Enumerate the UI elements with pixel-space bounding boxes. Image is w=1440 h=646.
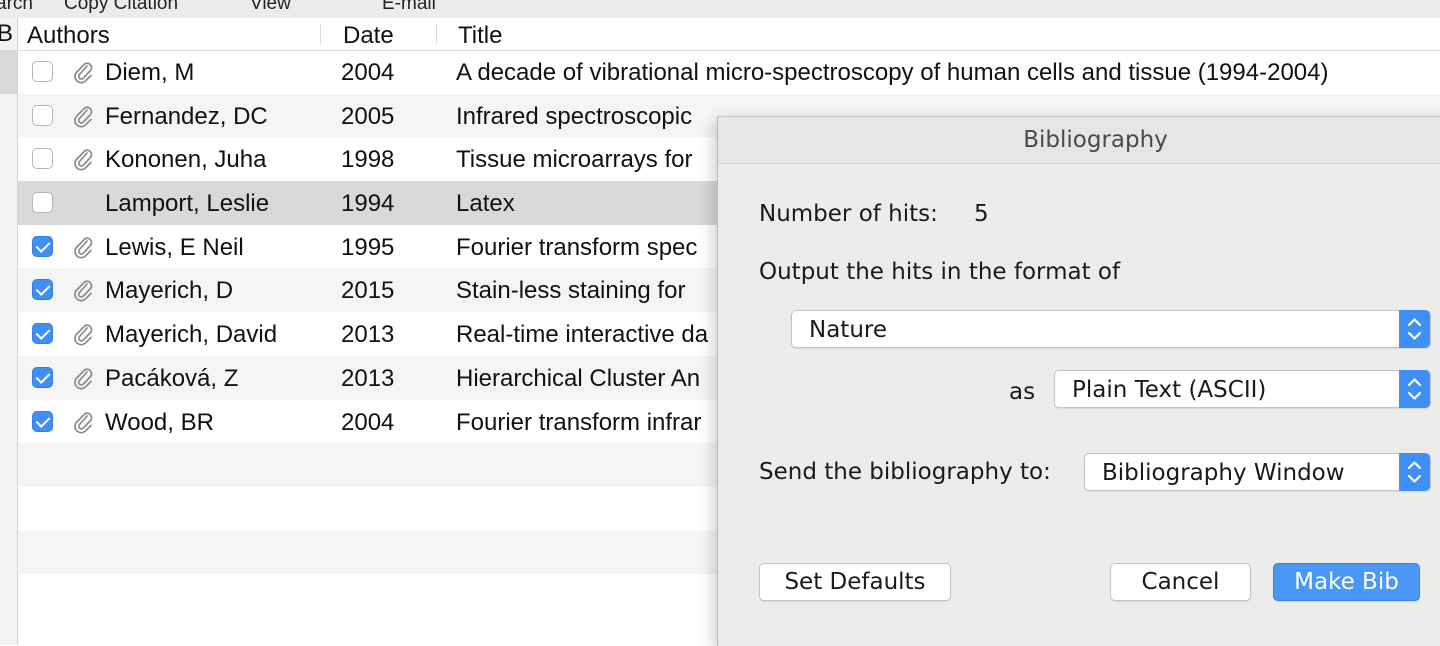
row-checkbox[interactable] bbox=[32, 235, 53, 257]
format-label: Output the hits in the format of bbox=[759, 259, 1121, 285]
column-divider[interactable] bbox=[436, 24, 437, 44]
left-panel-selection bbox=[0, 50, 17, 94]
row-checkbox[interactable] bbox=[32, 192, 53, 214]
column-header-authors[interactable]: Authors bbox=[27, 18, 110, 50]
send-to-label: Send the bibliography to: bbox=[759, 459, 1051, 485]
up-down-chevron-icon bbox=[1399, 370, 1430, 408]
toolbar-view-button[interactable]: View bbox=[250, 0, 291, 15]
cancel-button[interactable]: Cancel bbox=[1110, 563, 1251, 601]
format-select[interactable]: Nature bbox=[791, 310, 1431, 348]
date-cell: 1995 bbox=[341, 233, 395, 261]
author-cell: Mayerich, D bbox=[105, 277, 234, 305]
paperclip-icon bbox=[72, 322, 94, 346]
author-cell: Diem, M bbox=[105, 59, 195, 86]
title-cell: Hierarchical Cluster An bbox=[456, 364, 701, 392]
date-cell: 2013 bbox=[341, 321, 395, 349]
title-cell: Real-time interactive da bbox=[456, 321, 709, 349]
hits-value: 5 bbox=[974, 201, 989, 227]
toolbar-copy-citation-button[interactable]: Copy Citation bbox=[64, 0, 178, 15]
paperclip-icon bbox=[72, 147, 94, 171]
up-down-chevron-icon bbox=[1399, 453, 1430, 491]
date-cell: 1998 bbox=[341, 146, 395, 174]
paperclip-icon bbox=[72, 235, 94, 259]
set-defaults-button[interactable]: Set Defaults bbox=[759, 563, 951, 601]
row-checkbox[interactable] bbox=[32, 323, 53, 345]
author-cell: Mayerich, David bbox=[105, 321, 278, 349]
paperclip-icon bbox=[72, 60, 94, 84]
paperclip-icon bbox=[72, 104, 94, 128]
date-cell: 1994 bbox=[341, 190, 395, 218]
row-checkbox[interactable] bbox=[32, 61, 53, 82]
up-down-chevron-icon bbox=[1399, 310, 1430, 348]
toolbar-email-button[interactable]: E-mail bbox=[382, 0, 436, 15]
date-cell: 2013 bbox=[341, 364, 395, 392]
title-cell: Fourier transform spec bbox=[456, 233, 698, 261]
table-header: Authors Date Title bbox=[18, 18, 1440, 51]
paperclip-icon bbox=[72, 366, 94, 390]
bibliography-dialog: Bibliography Number of hits: 5 Output th… bbox=[717, 116, 1440, 646]
title-cell: Latex bbox=[456, 190, 515, 218]
row-checkbox[interactable] bbox=[32, 366, 53, 388]
output-type-select-value: Plain Text (ASCII) bbox=[1072, 377, 1267, 403]
author-cell: Pacáková, Z bbox=[105, 364, 239, 392]
title-cell: Stain-less staining for bbox=[456, 277, 686, 305]
dialog-title: Bibliography bbox=[718, 117, 1440, 164]
as-label: as bbox=[1009, 379, 1036, 405]
date-cell: 2004 bbox=[341, 59, 395, 86]
output-type-select[interactable]: Plain Text (ASCII) bbox=[1054, 370, 1431, 408]
left-column-header-fragment: B bbox=[0, 20, 14, 47]
title-cell: Tissue microarrays for bbox=[456, 146, 693, 174]
send-to-select[interactable]: Bibliography Window bbox=[1084, 453, 1431, 491]
make-bib-button[interactable]: Make Bib bbox=[1273, 563, 1420, 601]
format-select-value: Nature bbox=[809, 317, 887, 343]
author-cell: Kononen, Juha bbox=[105, 146, 267, 174]
row-checkbox[interactable] bbox=[32, 279, 53, 301]
column-header-date[interactable]: Date bbox=[343, 18, 394, 50]
date-cell: 2005 bbox=[341, 102, 395, 130]
date-cell: 2004 bbox=[341, 408, 395, 436]
author-cell: Wood, BR bbox=[105, 408, 214, 436]
title-cell: Fourier transform infrar bbox=[456, 408, 702, 436]
table-row[interactable]: Diem, M 2004 A decade of vibrational micro… bbox=[18, 50, 1440, 94]
column-header-title[interactable]: Title bbox=[458, 18, 502, 50]
author-cell: Lamport, Leslie bbox=[105, 190, 270, 218]
hits-label: Number of hits: bbox=[759, 201, 938, 227]
send-to-select-value: Bibliography Window bbox=[1102, 460, 1345, 486]
author-cell: Fernandez, DC bbox=[105, 102, 268, 130]
column-divider[interactable] bbox=[320, 24, 321, 44]
title-cell: Infrared spectroscopic bbox=[456, 102, 693, 130]
left-panel-edge: B bbox=[0, 18, 18, 645]
toolbar-search-button[interactable]: arch bbox=[0, 0, 33, 15]
date-cell: 2015 bbox=[341, 277, 395, 305]
author-cell: Lewis, E Neil bbox=[105, 233, 244, 261]
paperclip-icon bbox=[72, 410, 94, 434]
row-checkbox[interactable] bbox=[32, 410, 53, 432]
toolbar: arch Copy Citation View E-mail bbox=[0, 0, 1440, 18]
title-cell: A decade of vibrational micro-spectrosco… bbox=[456, 59, 1329, 86]
row-checkbox[interactable] bbox=[32, 148, 53, 170]
row-checkbox[interactable] bbox=[32, 104, 53, 126]
paperclip-icon bbox=[72, 278, 94, 302]
